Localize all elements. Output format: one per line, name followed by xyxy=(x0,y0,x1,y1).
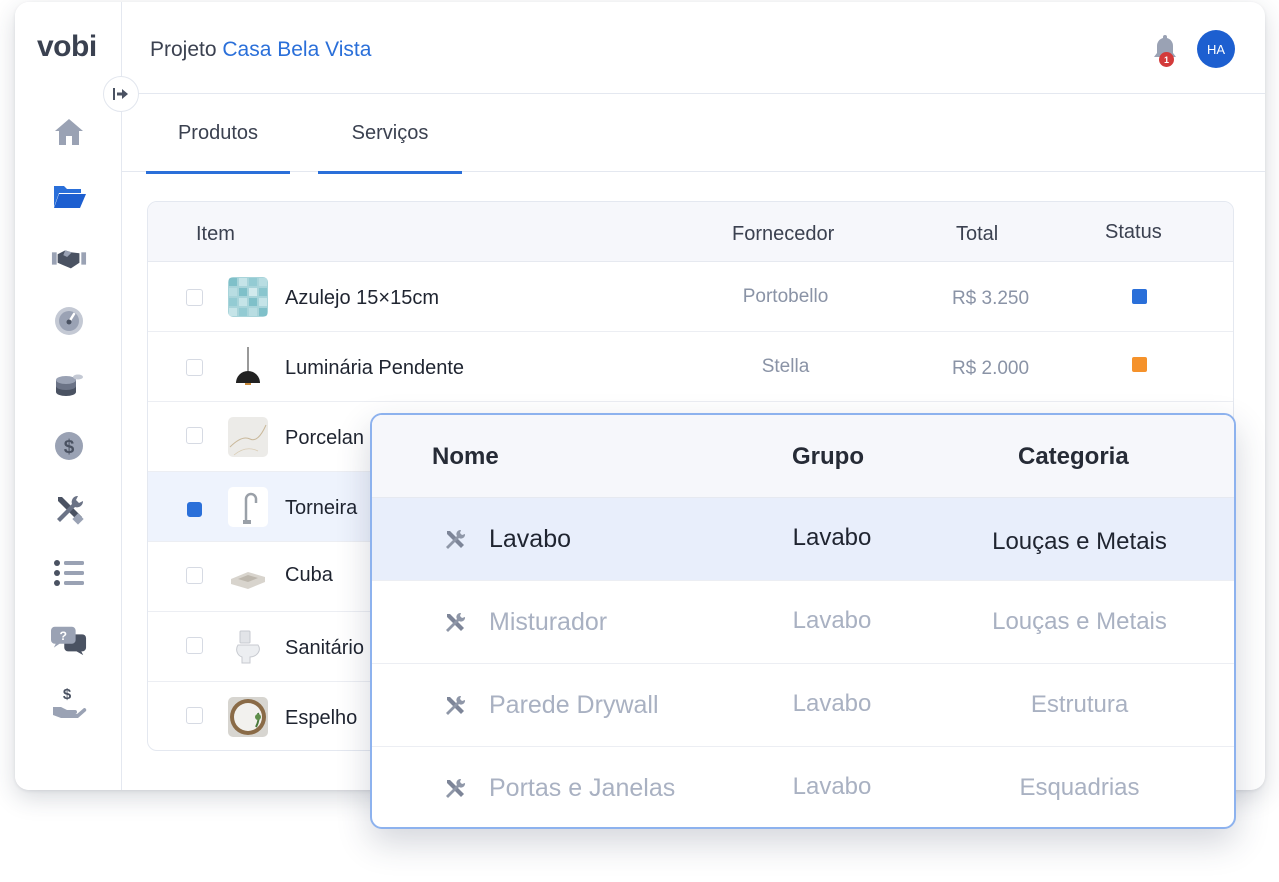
row-checkbox[interactable] xyxy=(187,502,202,517)
tab-servicos[interactable]: Serviços xyxy=(318,94,462,174)
item-name: Azulejo 15×15cm xyxy=(285,287,439,309)
product-thumbnail-toilet xyxy=(228,627,268,667)
item-name: Cuba xyxy=(285,564,333,586)
logo: vobi xyxy=(37,30,97,63)
product-thumbnail-mirror xyxy=(228,697,268,737)
status-badge xyxy=(1132,357,1147,372)
supplier: Portobello xyxy=(742,286,829,307)
column-header-group[interactable]: Grupo xyxy=(792,443,864,471)
avatar[interactable]: HA xyxy=(1197,30,1235,68)
arrow-right-icon xyxy=(113,88,128,100)
row-checkbox[interactable] xyxy=(186,567,203,584)
gauge-icon[interactable] xyxy=(51,303,87,339)
page-title: Projeto Casa Bela Vista xyxy=(150,38,371,62)
tabs: Produtos Serviços xyxy=(122,94,1265,174)
total: R$ 2.000 xyxy=(951,358,1030,379)
service-category: Louças e Metais xyxy=(992,528,1167,555)
supplier: Stella xyxy=(761,356,810,377)
project-name-link[interactable]: Casa Bela Vista xyxy=(222,38,371,61)
product-thumbnail-sink xyxy=(228,557,268,597)
row-checkbox[interactable] xyxy=(186,427,203,444)
row-checkbox[interactable] xyxy=(186,707,203,724)
total: R$ 3.250 xyxy=(951,288,1030,309)
list-item[interactable]: Parede Drywall Lavabo Estrutura xyxy=(372,664,1234,747)
tools-icon xyxy=(446,778,466,798)
product-thumbnail-porcelain xyxy=(228,417,268,457)
column-header-supplier[interactable]: Fornecedor xyxy=(732,223,834,246)
service-group: Lavabo xyxy=(792,690,872,717)
top-bar: Projeto Casa Bela Vista 1 HA xyxy=(122,2,1265,94)
tools-icon xyxy=(446,529,466,549)
row-checkbox[interactable] xyxy=(186,637,203,654)
service-category: Estrutura xyxy=(1030,691,1129,718)
tools-icon xyxy=(446,612,466,632)
dollar-icon[interactable]: $ xyxy=(51,428,87,464)
status-badge xyxy=(1132,289,1147,304)
service-category: Esquadrias xyxy=(1019,774,1140,801)
item-name: Sanitário xyxy=(285,637,364,659)
svg-text:$: $ xyxy=(64,437,75,458)
services-popup: Nome Grupo Categoria Lavabo Lavabo Louça… xyxy=(370,413,1236,829)
column-header-total[interactable]: Total xyxy=(956,223,998,246)
list-item[interactable]: Portas e Janelas Lavabo Esquadrias xyxy=(372,747,1234,827)
product-thumbnail-tile xyxy=(228,277,268,317)
home-icon[interactable] xyxy=(51,114,87,150)
service-group: Lavabo xyxy=(792,773,872,800)
svg-text:$: $ xyxy=(63,686,72,703)
item-name: Torneira xyxy=(285,497,358,519)
handshake-icon[interactable] xyxy=(51,240,87,276)
table-header: Item Fornecedor Total Status xyxy=(148,202,1233,262)
tools-icon[interactable] xyxy=(51,492,87,528)
row-checkbox[interactable] xyxy=(186,359,203,376)
item-name: Porcelan xyxy=(285,427,364,449)
item-name: Espelho xyxy=(285,707,358,729)
svg-text:?: ? xyxy=(60,629,68,643)
service-group: Lavabo xyxy=(792,524,872,551)
row-checkbox[interactable] xyxy=(186,289,203,306)
table-row[interactable]: Azulejo 15×15cm Portobello R$ 3.250 xyxy=(148,262,1233,332)
sidebar-collapse-button[interactable] xyxy=(103,76,139,112)
list-item[interactable]: Misturador Lavabo Louças e Metais xyxy=(372,581,1234,664)
service-name: Lavabo xyxy=(489,525,572,553)
product-thumbnail-lamp xyxy=(228,347,268,387)
coins-icon[interactable] xyxy=(51,366,87,402)
service-name: Portas e Janelas xyxy=(489,774,676,802)
column-header-category[interactable]: Categoria xyxy=(1018,443,1129,471)
service-name: Parede Drywall xyxy=(489,691,659,719)
product-thumbnail-faucet xyxy=(228,487,268,527)
column-header-name[interactable]: Nome xyxy=(432,443,499,471)
table-row[interactable]: Luminária Pendente Stella R$ 2.000 xyxy=(148,332,1233,402)
service-category: Louças e Metais xyxy=(992,608,1167,635)
folder-icon[interactable] xyxy=(51,178,87,214)
list-icon[interactable] xyxy=(51,555,87,591)
list-item[interactable]: Lavabo Lavabo Louças e Metais xyxy=(372,498,1234,581)
tab-produtos[interactable]: Produtos xyxy=(146,94,290,174)
column-header-status[interactable]: Status xyxy=(1105,221,1162,244)
notification-badge: 1 xyxy=(1159,52,1174,67)
hand-money-icon[interactable]: $ xyxy=(51,685,87,721)
item-name: Luminária Pendente xyxy=(285,357,465,379)
column-header-item[interactable]: Item xyxy=(196,223,235,246)
popup-header: Nome Grupo Categoria xyxy=(372,415,1234,498)
tools-icon xyxy=(446,695,466,715)
sidebar: vobi $ ? $ xyxy=(15,2,122,790)
service-name: Misturador xyxy=(489,608,608,636)
project-prefix: Projeto xyxy=(150,38,217,61)
chat-help-icon[interactable]: ? xyxy=(51,622,87,658)
service-group: Lavabo xyxy=(792,607,872,634)
